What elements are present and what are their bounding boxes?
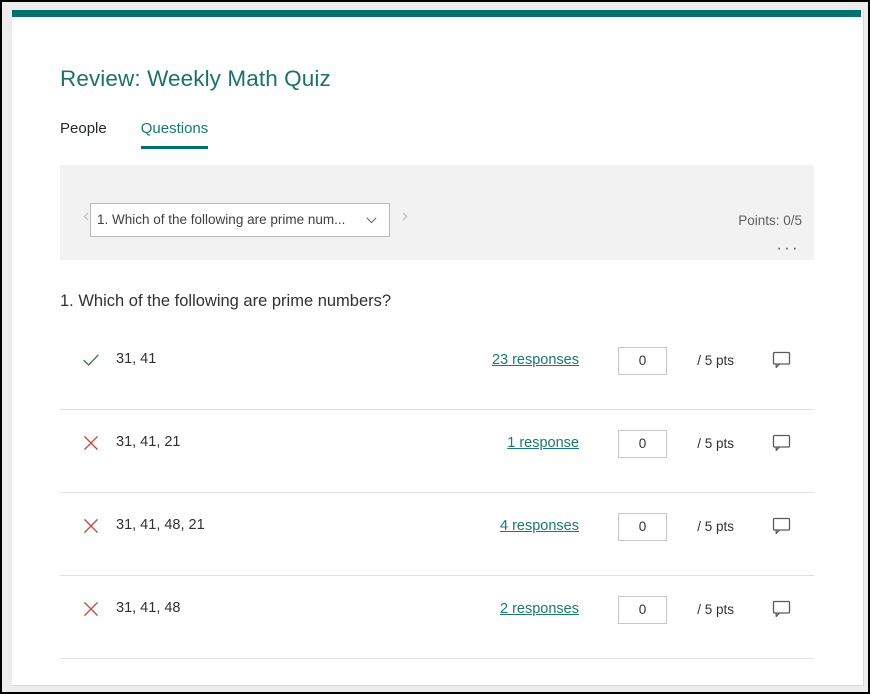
option-score-value: 0 <box>638 519 647 534</box>
option-score-value: 0 <box>638 436 647 451</box>
options-list: 31, 41 23 responses 0 / 5 pts 31, 41, 21… <box>60 327 814 659</box>
option-row: 31, 41, 48, 21 4 responses 0 / 5 pts <box>60 493 814 576</box>
chevron-right-icon[interactable]: › <box>397 205 413 227</box>
chevron-down-icon <box>366 217 377 224</box>
option-responses-link[interactable]: 1 response <box>507 435 579 451</box>
comment-icon[interactable] <box>772 517 792 535</box>
page-title: Review: Weekly Math Quiz <box>60 66 331 91</box>
option-points-suffix: / 5 pts <box>697 436 734 451</box>
cross-icon <box>82 600 100 618</box>
option-points-suffix: / 5 pts <box>697 602 734 617</box>
option-text: 31, 41 <box>116 351 157 367</box>
option-text: 31, 41, 48 <box>116 600 181 616</box>
question-select[interactable]: 1. Which of the following are prime num.… <box>90 203 390 237</box>
option-score-input[interactable]: 0 <box>618 513 667 541</box>
check-icon <box>82 351 100 369</box>
comment-icon[interactable] <box>772 351 792 369</box>
option-text: 31, 41, 21 <box>116 434 181 450</box>
option-score-input[interactable]: 0 <box>618 430 667 458</box>
option-responses-link[interactable]: 4 responses <box>500 518 579 534</box>
option-row: 31, 41, 21 1 response 0 / 5 pts <box>60 410 814 493</box>
option-points-suffix: / 5 pts <box>697 353 734 368</box>
tab-people[interactable]: People <box>60 120 107 149</box>
comment-icon[interactable] <box>772 434 792 452</box>
option-row: 31, 41 23 responses 0 / 5 pts <box>60 327 814 410</box>
option-responses-link[interactable]: 2 responses <box>500 601 579 617</box>
more-options-icon[interactable]: ··· <box>777 241 800 257</box>
option-points-suffix: / 5 pts <box>697 519 734 534</box>
screenshot-frame: Review: Weekly Math Quiz People Question… <box>0 0 870 694</box>
tab-bar: People Questions <box>60 120 242 149</box>
tab-questions[interactable]: Questions <box>140 120 209 149</box>
tab-people-label: People <box>60 120 107 137</box>
top-accent-bar <box>12 10 861 17</box>
option-responses-link[interactable]: 23 responses <box>492 352 579 368</box>
cross-icon <box>82 434 100 452</box>
option-score-input[interactable]: 0 <box>618 347 667 375</box>
question-navigator: ‹ 1. Which of the following are prime nu… <box>60 165 814 260</box>
question-select-value: 1. Which of the following are prime num.… <box>97 212 346 227</box>
option-text: 31, 41, 48, 21 <box>116 517 205 533</box>
option-score-input[interactable]: 0 <box>618 596 667 624</box>
points-label: Points: 0/5 <box>738 213 802 228</box>
cross-icon <box>82 517 100 535</box>
app-card: Review: Weekly Math Quiz People Question… <box>12 10 864 686</box>
question-prompt: 1. Which of the following are prime numb… <box>60 292 392 310</box>
page-content: Review: Weekly Math Quiz People Question… <box>12 17 863 685</box>
option-row: 31, 41, 48 2 responses 0 / 5 pts <box>60 576 814 659</box>
option-score-value: 0 <box>638 602 647 617</box>
tab-questions-label: Questions <box>140 120 209 137</box>
comment-icon[interactable] <box>772 600 792 618</box>
option-score-value: 0 <box>638 353 647 368</box>
